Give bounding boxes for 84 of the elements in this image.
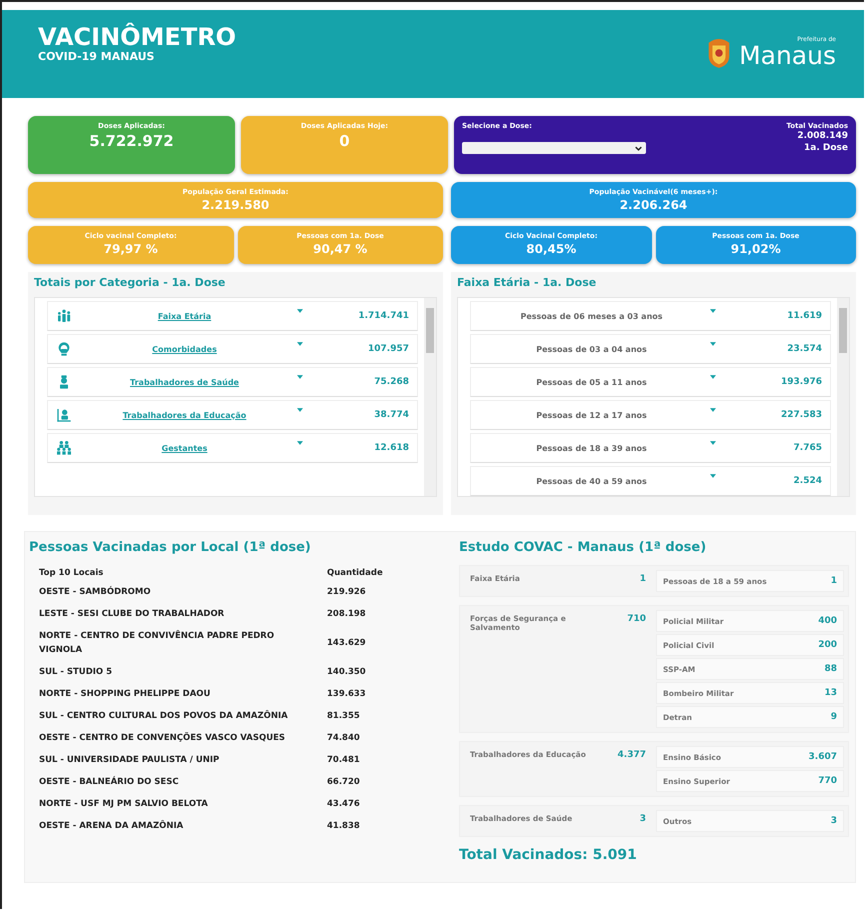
- app-subtitle: COVID-19 MANAUS: [38, 50, 156, 63]
- dropdown-arrow-icon: [710, 342, 716, 346]
- panel-title: Faixa Etária - 1a. Dose: [457, 276, 598, 289]
- column-header: Top 10 Locais: [38, 567, 104, 580]
- dropdown-arrow-icon: [297, 375, 303, 379]
- group-value: 710: [627, 614, 646, 624]
- table-cell-text: OESTE - BALNEÁRIO DO SESC: [38, 775, 180, 789]
- table-cell-text: NORTE - CENTRO DE CONVIVÊNCIA PADRE PEDRO VIGNOLA: [38, 629, 276, 657]
- dose-select[interactable]: [462, 142, 646, 154]
- dropdown-arrow-icon: [297, 441, 303, 445]
- dropdown-arrow-icon: [297, 408, 303, 412]
- table-cell-text: OESTE - CENTRO DE CONVENÇÕES VASCO VASQUES: [38, 731, 286, 745]
- logo-wordmark: Manaus: [739, 43, 836, 69]
- chevron-down-icon: [635, 146, 642, 150]
- age-row[interactable]: Pessoas de 03 a 04 anos 23.574: [470, 334, 831, 364]
- dropdown-arrow-icon: [710, 375, 716, 379]
- group-value: 4.377: [618, 750, 646, 760]
- section-title: Pessoas Vacinadas por Local (1ª dose): [29, 540, 312, 555]
- table-cell-text: LESTE - SESI CLUBE DO TRABALHADOR: [38, 608, 226, 621]
- people-icon: [56, 308, 72, 324]
- dropdown-arrow-icon: [710, 309, 716, 313]
- column-header: Quantidade: [326, 567, 384, 580]
- group-icon: [56, 440, 72, 456]
- table-cell-text: 143.629: [326, 637, 367, 650]
- dropdown-arrow-icon: [710, 474, 716, 478]
- group-value: 1: [640, 574, 646, 584]
- subgroup-value: 88: [824, 664, 837, 674]
- population-value: 2.219.580: [202, 198, 270, 212]
- percent-value: 80,45%: [526, 242, 576, 256]
- category-row[interactable]: Faixa Etária 1.714.741: [47, 301, 418, 331]
- subgroup-value: 400: [818, 616, 837, 626]
- total-value: 2.008.149: [797, 130, 848, 142]
- category-row[interactable]: Trabalhadores da Educação 38.774: [47, 400, 418, 430]
- table-cell-text: NORTE - SHOPPING PHELIPPE DAOU: [38, 688, 212, 701]
- panel-title: Totais por Categoria - 1a. Dose: [34, 276, 226, 289]
- scrollbar[interactable]: [837, 298, 849, 496]
- table-cell-text: 41.838: [326, 820, 361, 833]
- dropdown-arrow-icon: [710, 441, 716, 445]
- table-cell-text: 81.355: [326, 710, 361, 723]
- subgroup-value: 200: [818, 640, 837, 650]
- table-cell-text: 219.926: [326, 586, 367, 599]
- dropdown-arrow-icon: [297, 309, 303, 313]
- table-cell-text: 70.481: [326, 754, 361, 767]
- category-row[interactable]: Gestantes 12.618: [47, 433, 418, 463]
- table-cell-text: SUL - UNIVERSIDADE PAULISTA / UNIP: [38, 754, 220, 767]
- group-value: 3: [640, 814, 646, 824]
- subgroup-value: 9: [830, 712, 837, 722]
- age-row[interactable]: Pessoas de 12 a 17 anos 227.583: [470, 400, 831, 430]
- age-row[interactable]: Pessoas de 18 a 39 anos 7.765: [470, 433, 831, 463]
- subgroup-value: 3: [830, 816, 837, 826]
- table-cell-text: 140.350: [326, 666, 367, 679]
- subgroup-value: 770: [818, 776, 837, 786]
- subgroup-value: 1: [830, 576, 837, 586]
- category-row[interactable]: Trabalhadores de Saúde 75.268: [47, 367, 418, 397]
- table-cell-text: SUL - STUDIO 5: [38, 666, 114, 679]
- subgroup-value: 13: [824, 688, 837, 698]
- table-cell-text: 74.840: [326, 732, 361, 745]
- section-title: Estudo COVAC - Manaus (1ª dose): [459, 540, 708, 555]
- category-row[interactable]: Comorbidades 107.957: [47, 334, 418, 364]
- percent-value: 91,02%: [730, 242, 781, 256]
- table-cell-text: SUL - CENTRO CULTURAL DOS POVOS DA AMAZÔNIA: [38, 709, 289, 723]
- stat-value: 0: [339, 132, 350, 150]
- age-row[interactable]: Pessoas de 06 meses a 03 anos 11.619: [470, 301, 831, 331]
- dose-label: 1a. Dose: [804, 142, 848, 154]
- dropdown-arrow-icon: [710, 408, 716, 412]
- dropdown-arrow-icon: [297, 342, 303, 346]
- table-cell-text: OESTE - ARENA DA AMAZÔNIA: [38, 819, 184, 833]
- table-cell-text: 208.198: [326, 608, 367, 621]
- scrollbar[interactable]: [424, 298, 436, 496]
- age-row[interactable]: Pessoas de 05 a 11 anos 193.976: [470, 367, 831, 397]
- percent-value: 90,47 %: [313, 242, 368, 256]
- subgroup-value: 3.607: [808, 752, 837, 762]
- total-vaccinated: Total Vacinados: 5.091: [459, 847, 638, 863]
- teacher-icon: [56, 407, 72, 423]
- table-cell-text: 139.633: [326, 688, 367, 701]
- table-cell-text: NORTE - USF MJ PM SALVIO BELOTA: [38, 798, 209, 811]
- table-cell-text: 43.476: [326, 798, 361, 811]
- table-cell-text: 66.720: [326, 776, 361, 789]
- stat-value: 5.722.972: [89, 132, 174, 150]
- percent-value: 79,97 %: [104, 242, 158, 256]
- age-row[interactable]: Pessoas de 40 a 59 anos 2.524: [470, 466, 831, 496]
- population-value: 2.206.264: [620, 198, 688, 212]
- table-cell-text: OESTE - SAMBÓDROMO: [38, 585, 152, 599]
- app-title: VACINÔMETRO: [38, 24, 236, 50]
